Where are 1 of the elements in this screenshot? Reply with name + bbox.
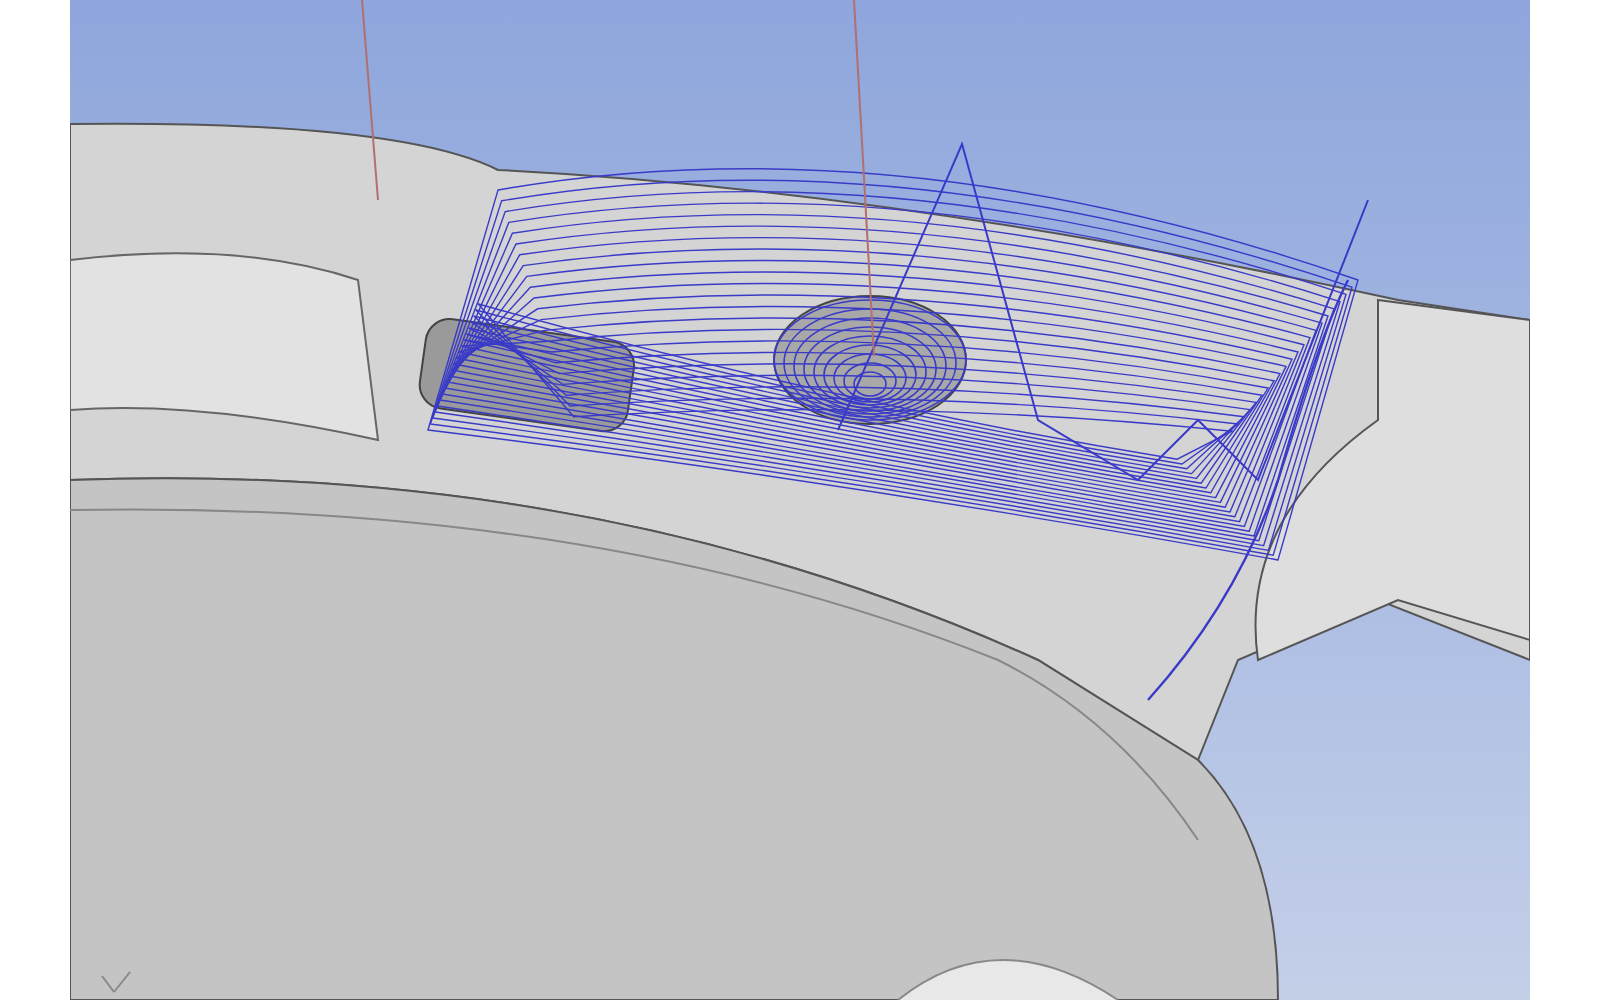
- axis-triad-icon: [101, 971, 131, 993]
